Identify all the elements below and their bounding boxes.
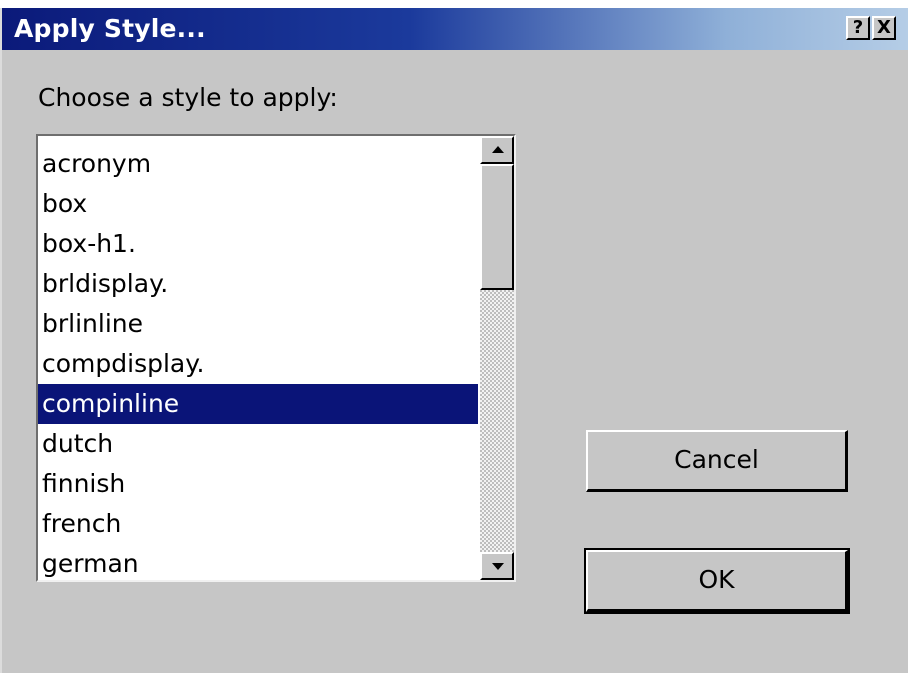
style-list: acronym box box-h1. brldisplay. brlinline com… bbox=[38, 144, 478, 580]
list-item[interactable]: german bbox=[38, 544, 478, 580]
help-icon[interactable]: ? bbox=[846, 16, 870, 40]
list-item[interactable]: finnish bbox=[38, 464, 478, 504]
arrow-up-icon bbox=[492, 146, 504, 153]
apply-style-dialog: Apply Style... ? X Choose a style to app… bbox=[0, 8, 908, 673]
list-item[interactable]: box-h1. bbox=[38, 224, 478, 264]
ok-button[interactable]: OK bbox=[584, 548, 850, 614]
list-item[interactable]: box bbox=[38, 184, 478, 224]
scroll-down-button[interactable] bbox=[480, 552, 514, 580]
list-item[interactable]: french bbox=[38, 504, 478, 544]
list-item[interactable]: acronym bbox=[38, 144, 478, 184]
dialog-title: Apply Style... bbox=[14, 14, 206, 43]
list-item[interactable]: brlinline bbox=[38, 304, 478, 344]
prompt-label: Choose a style to apply: bbox=[38, 83, 338, 112]
arrow-down-icon bbox=[492, 563, 504, 570]
vertical-scrollbar[interactable] bbox=[480, 136, 514, 580]
list-item[interactable]: compinline bbox=[38, 384, 478, 424]
style-listbox[interactable]: acronym box box-h1. brldisplay. brlinline com… bbox=[36, 134, 516, 582]
cancel-button[interactable]: Cancel bbox=[586, 430, 848, 492]
title-bar[interactable]: Apply Style... ? X bbox=[2, 8, 908, 50]
list-item[interactable]: brldisplay. bbox=[38, 264, 478, 304]
scroll-thumb[interactable] bbox=[480, 164, 514, 290]
scroll-up-button[interactable] bbox=[480, 136, 514, 164]
close-icon[interactable]: X bbox=[872, 16, 896, 40]
list-item[interactable]: compdisplay. bbox=[38, 344, 478, 384]
list-item[interactable]: dutch bbox=[38, 424, 478, 464]
